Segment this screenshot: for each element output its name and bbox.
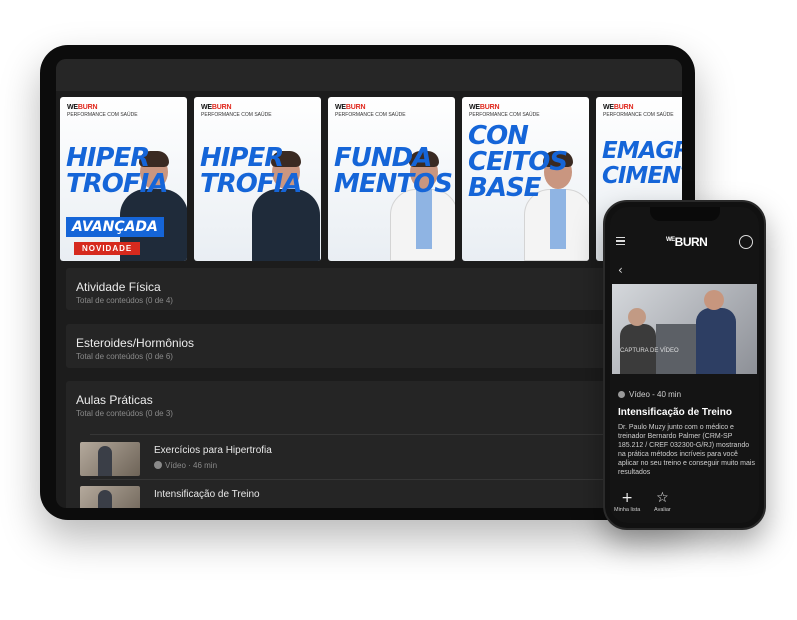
poster-title: CON CEITOS BASE: [468, 121, 568, 203]
brand-logo: WEBURN: [335, 104, 366, 111]
module-progress: Total de conteúdos (0 de 4): [76, 296, 173, 305]
module-esteroides-hormonios[interactable]: Esteroides/Hormônios Total de conteúdos …: [66, 324, 676, 368]
video-player[interactable]: CAPTURA DE VÍDEO: [612, 284, 757, 374]
lesson-meta: Vídeo - 40 min: [618, 390, 681, 399]
brand-logo: WEBURN: [67, 104, 98, 111]
play-icon: [154, 461, 162, 469]
new-ribbon: NOVIDADE: [74, 242, 141, 255]
hamburger-menu-icon[interactable]: [616, 237, 625, 245]
poster-title: HIPER TROFIA: [66, 143, 168, 199]
plus-icon: +: [621, 490, 634, 506]
lesson-thumbnail: [80, 442, 140, 476]
poster-title: HIPER TROFIA: [200, 143, 302, 199]
module-atividade-fisica[interactable]: Atividade Física Total de conteúdos (0 d…: [66, 268, 676, 310]
star-icon: ☆: [656, 490, 669, 506]
module-title: Atividade Física: [76, 280, 161, 294]
poster-title: FUNDA MENTOS: [334, 143, 453, 199]
course-carousel: WEBURN PERFORMANCE COM SAÚDE HIPER TROFI…: [60, 97, 682, 261]
lesson-item[interactable]: Intensificação de Treino: [80, 480, 640, 508]
module-title: Aulas Práticas: [76, 393, 153, 407]
phone-notch: [650, 207, 720, 221]
poster-title: EMAGRE CIMENTO: [602, 138, 682, 189]
mockup-stage: WEBURN PERFORMANCE COM SAÚDE HIPER TROFI…: [0, 0, 797, 620]
brand-logo: WEBURN: [201, 104, 232, 111]
module-progress: Total de conteúdos (0 de 6): [76, 352, 173, 361]
brand-tagline: PERFORMANCE COM SAÚDE: [603, 112, 674, 118]
course-poster-conceitos-base[interactable]: WEBURN PERFORMANCE COM SAÚDE CON CEITOS …: [462, 97, 589, 261]
course-poster-hipertrofia-avancada[interactable]: WEBURN PERFORMANCE COM SAÚDE HIPER TROFI…: [60, 97, 187, 261]
brand-logo: WEBURN: [603, 104, 634, 111]
divider: [90, 434, 660, 435]
tablet-device: WEBURN PERFORMANCE COM SAÚDE HIPER TROFI…: [40, 45, 695, 520]
brand-tagline: PERFORMANCE COM SAÚDE: [469, 112, 540, 118]
brand-logo[interactable]: WEBURN: [666, 235, 708, 249]
phone-device: WEBURN ‹ CAPTURA DE VÍDEO Vídeo - 40 min…: [603, 200, 766, 530]
video-watermark: CAPTURA DE VÍDEO: [620, 348, 679, 354]
brand-tagline: PERFORMANCE COM SAÚDE: [201, 112, 272, 118]
lesson-title: Intensificação de Treino: [154, 489, 260, 500]
phone-screen: WEBURN ‹ CAPTURA DE VÍDEO Vídeo - 40 min…: [610, 207, 759, 523]
course-poster-fundamentos[interactable]: WEBURN PERFORMANCE COM SAÚDE FUNDA MENTO…: [328, 97, 455, 261]
lesson-item[interactable]: Exercícios para Hipertrofia Vídeo · 46 m…: [80, 436, 640, 480]
course-poster-hipertrofia[interactable]: WEBURN PERFORMANCE COM SAÚDE HIPER TROFI…: [194, 97, 321, 261]
lesson-description: Dr. Paulo Muzy junto com o médico e trei…: [618, 424, 755, 476]
brand-logo: WEBURN: [469, 104, 500, 111]
back-arrow-icon[interactable]: ‹: [618, 263, 623, 277]
top-bar: [56, 59, 682, 91]
rate-button[interactable]: ☆ Avaliar: [654, 491, 671, 513]
lesson-meta: Vídeo · 46 min: [154, 461, 217, 470]
lesson-thumbnail: [80, 486, 140, 508]
profile-avatar-icon[interactable]: [739, 235, 753, 249]
lesson-title: Intensificação de Treino: [618, 407, 732, 418]
brand-tagline: PERFORMANCE COM SAÚDE: [335, 112, 406, 118]
brand-tagline: PERFORMANCE COM SAÚDE: [67, 112, 138, 118]
poster-badge: AVANÇADA: [66, 217, 164, 237]
tablet-screen: WEBURN PERFORMANCE COM SAÚDE HIPER TROFI…: [56, 59, 682, 508]
my-list-button[interactable]: + Minha lista: [614, 491, 640, 513]
module-progress: Total de conteúdos (0 de 3): [76, 409, 173, 418]
lesson-title: Exercícios para Hipertrofia: [154, 445, 272, 456]
play-icon: [618, 391, 625, 398]
module-title: Esteroides/Hormônios: [76, 336, 195, 350]
